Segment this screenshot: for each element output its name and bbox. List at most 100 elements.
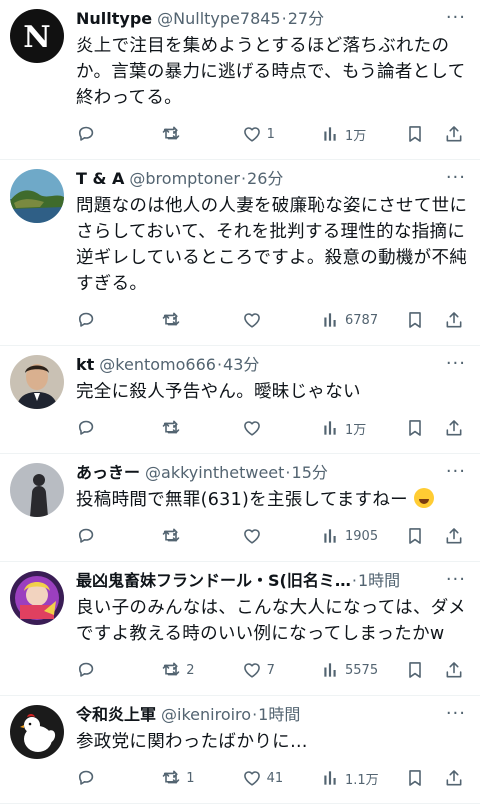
- timestamp[interactable]: 1時間: [358, 570, 400, 592]
- like-button[interactable]: [241, 418, 321, 438]
- display-name[interactable]: kt: [76, 354, 94, 376]
- timestamp[interactable]: 43分: [223, 354, 259, 376]
- avatar[interactable]: [10, 169, 64, 223]
- retweet-icon: [160, 660, 182, 680]
- like-button[interactable]: 1: [241, 124, 321, 144]
- tweet-text: 炎上で注目を集めようとするほど落ちぶれたのか。言葉の暴力に逃げる時点で、もう論者…: [76, 36, 466, 108]
- share-button[interactable]: [444, 417, 468, 439]
- handle[interactable]: @bromptoner: [129, 168, 240, 190]
- bookmark-button[interactable]: [405, 525, 444, 547]
- share-icon: [444, 309, 464, 331]
- more-icon[interactable]: ···: [446, 463, 466, 481]
- timestamp[interactable]: 26分: [247, 168, 283, 190]
- retweet-button[interactable]: [160, 418, 240, 438]
- display-name[interactable]: Nulltype: [76, 8, 152, 30]
- retweet-button[interactable]: 2: [160, 660, 240, 680]
- separator: ·: [285, 463, 291, 482]
- reply-button[interactable]: [76, 768, 160, 788]
- separator: ·: [216, 355, 223, 374]
- tweet[interactable]: ··· T & A @bromptoner · 26分問題なのは他人の人妻を破廉恥な姿に…: [0, 160, 480, 346]
- retweet-button[interactable]: [160, 526, 240, 546]
- timestamp[interactable]: 15分: [292, 462, 328, 484]
- more-icon[interactable]: ···: [446, 355, 466, 373]
- reply-button[interactable]: [76, 418, 160, 438]
- views-icon: [321, 768, 341, 788]
- display-name[interactable]: T & A: [76, 168, 124, 190]
- display-name[interactable]: あっきー: [76, 462, 140, 484]
- tweet[interactable]: ··· 令和炎上軍 @ikeniroiro · 1時間 参政党に関わったばかりに… 1 41 1…: [0, 696, 480, 804]
- share-button[interactable]: [444, 767, 468, 789]
- more-icon[interactable]: ···: [446, 9, 466, 27]
- views-button[interactable]: 1.1万: [321, 768, 405, 788]
- views-icon: [321, 310, 341, 330]
- handle[interactable]: @ikeniroiro: [161, 704, 251, 726]
- views-button[interactable]: 1905: [321, 526, 405, 546]
- like-icon: [241, 418, 263, 438]
- share-button[interactable]: [444, 309, 468, 331]
- reply-button[interactable]: [76, 526, 160, 546]
- timestamp[interactable]: 1時間: [258, 704, 300, 726]
- timestamp[interactable]: 27分: [288, 8, 324, 30]
- retweet-button[interactable]: [160, 124, 240, 144]
- tweet[interactable]: ··· あっきー @akkyinthetweet · 15分 投稿時間で無罪(631)を主…: [0, 454, 480, 562]
- bookmark-button[interactable]: [405, 417, 444, 439]
- separator: ·: [240, 169, 247, 188]
- retweets-count: 2: [186, 662, 195, 678]
- action-bar: 1905: [76, 521, 468, 551]
- more-icon[interactable]: ···: [446, 705, 466, 723]
- views-icon: [321, 418, 341, 438]
- views-button[interactable]: 1万: [321, 418, 405, 438]
- avatar[interactable]: N: [10, 9, 64, 63]
- share-button[interactable]: [444, 659, 468, 681]
- like-icon: [241, 526, 263, 546]
- bookmark-icon: [405, 525, 425, 547]
- handle[interactable]: @kentomo666: [99, 354, 216, 376]
- avatar[interactable]: [10, 705, 64, 759]
- views-count: 6787: [345, 312, 379, 328]
- tweet-header: 令和炎上軍 @ikeniroiro · 1時間: [76, 704, 468, 726]
- like-button[interactable]: 41: [241, 768, 321, 788]
- share-button[interactable]: [444, 525, 468, 547]
- views-button[interactable]: 1万: [321, 124, 405, 144]
- display-name[interactable]: 令和炎上軍: [76, 704, 156, 726]
- views-count: 5575: [345, 662, 379, 678]
- bookmark-button[interactable]: [405, 659, 444, 681]
- reply-button[interactable]: [76, 660, 160, 680]
- like-button[interactable]: 7: [241, 660, 321, 680]
- reply-button[interactable]: [76, 124, 160, 144]
- share-button[interactable]: [444, 123, 468, 145]
- sweat-smile-emoji: [413, 488, 434, 508]
- bookmark-button[interactable]: [405, 767, 444, 789]
- tweet[interactable]: ··· kt @kentomo666 · 43分 完全に殺人予告やん。曖昧じゃない 1万: [0, 346, 480, 454]
- views-button[interactable]: 5575: [321, 660, 405, 680]
- more-icon[interactable]: ···: [446, 169, 466, 187]
- views-icon: [321, 660, 341, 680]
- share-icon: [444, 659, 464, 681]
- views-count: 1905: [345, 528, 379, 544]
- avatar[interactable]: [10, 355, 64, 409]
- handle[interactable]: @Nulltype7845: [157, 8, 280, 30]
- tweet[interactable]: ··· 最凶鬼畜妹フランドール・S(旧名ミ… · 1時間 良い子のみんなは、こんな大人に…: [0, 562, 480, 696]
- likes-count: 41: [266, 770, 284, 786]
- share-icon: [444, 417, 464, 439]
- bookmark-button[interactable]: [405, 309, 444, 331]
- avatar[interactable]: [10, 571, 64, 625]
- retweet-button[interactable]: 1: [160, 768, 240, 788]
- avatar[interactable]: [10, 463, 64, 517]
- bookmark-button[interactable]: [405, 123, 444, 145]
- views-button[interactable]: 6787: [321, 310, 405, 330]
- display-name[interactable]: 最凶鬼畜妹フランドール・S(旧名ミ…: [76, 570, 351, 592]
- like-button[interactable]: [241, 526, 321, 546]
- reply-button[interactable]: [76, 310, 160, 330]
- retweet-button[interactable]: [160, 310, 240, 330]
- reply-icon: [76, 768, 96, 788]
- tweet[interactable]: N ··· Nulltype @Nulltype7845 · 27分炎上で注目を集めようと…: [0, 0, 480, 160]
- reply-icon: [76, 660, 96, 680]
- more-icon[interactable]: ···: [446, 571, 466, 589]
- tweet-text: 問題なのは他人の人妻を破廉恥な姿にさせて世にさらしておいて、それを批判する理性的…: [76, 196, 468, 294]
- like-button[interactable]: [241, 310, 321, 330]
- handle[interactable]: @akkyinthetweet: [145, 462, 284, 484]
- retweet-icon: [160, 768, 182, 788]
- separator: ·: [281, 9, 287, 28]
- views-count: 1.1万: [345, 772, 379, 788]
